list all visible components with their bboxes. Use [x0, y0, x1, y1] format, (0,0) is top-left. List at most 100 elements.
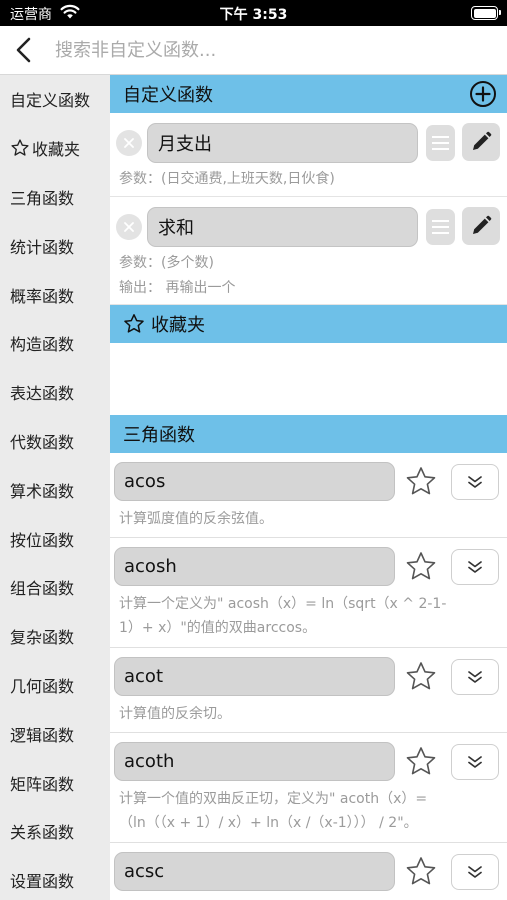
expand-button[interactable] [451, 854, 499, 890]
clock: 下午 3:53 [219, 7, 288, 23]
sidebar-item-label: 统计函数 [10, 237, 75, 257]
sidebar-item-label: 构造函数 [10, 335, 75, 355]
star-outline-icon [11, 139, 29, 156]
sidebar-item-construction[interactable]: 构造函数 [0, 319, 110, 368]
function-params: 参数：(日交通费,上班天数,日伙食) [119, 171, 335, 187]
sidebar-item-label: 算术函数 [10, 481, 75, 501]
edit-function-button[interactable] [462, 123, 500, 161]
function-menu-button[interactable] [426, 125, 455, 161]
sidebar-item-label: 概率函数 [10, 286, 75, 306]
function-description: 计算弧度值的反余弦值。 [119, 507, 499, 531]
description-line: 1）+ x）"的值的双曲arccos。 [119, 620, 317, 636]
sidebar-item-label: 三角函数 [10, 188, 75, 208]
function-name-button[interactable]: acsc [114, 852, 395, 891]
favorite-star-icon[interactable] [404, 550, 438, 584]
expand-button[interactable] [451, 464, 499, 500]
sidebar-item-label: 设置函数 [10, 872, 75, 892]
sidebar-item-label: 关系函数 [10, 823, 75, 843]
favorite-star-icon[interactable] [404, 855, 438, 889]
section-header-custom: 自定义函数 [110, 75, 507, 113]
sidebar-item-relational[interactable]: 关系函数 [0, 807, 110, 856]
description-line: （ln（（x + 1）/ x）+ ln（x /（x-1））） / 2"。 [119, 815, 418, 831]
section-header-trig: 三角函数 [110, 415, 507, 453]
sidebar-item-combinatorics[interactable]: 组合函数 [0, 563, 110, 612]
favorite-star-icon[interactable] [404, 465, 438, 499]
double-chevron-down-icon [468, 476, 482, 488]
sidebar-item-label: 复杂函数 [10, 628, 75, 648]
expand-button[interactable] [451, 744, 499, 780]
battery-icon [471, 6, 501, 20]
sidebar-item-geometry[interactable]: 几何函数 [0, 661, 110, 710]
add-function-icon[interactable] [469, 80, 497, 108]
function-list: 自定义函数月支出参数：(日交通费,上班天数,日伙食) 求和参数：(多个数) 输出： … [110, 75, 507, 900]
custom-function-item: 月支出参数：(日交通费,上班天数,日伙食) [110, 113, 507, 197]
top-bar [0, 26, 507, 75]
sidebar-item-statistics[interactable]: 统计函数 [0, 221, 110, 270]
back-chevron-icon[interactable] [10, 34, 40, 66]
close-icon [124, 222, 134, 232]
expand-button[interactable] [451, 659, 499, 695]
function-item: acsc计算值的反余割。 [110, 843, 507, 900]
sidebar-item-label: 组合函数 [10, 579, 75, 599]
function-name-button[interactable]: acot [114, 657, 395, 696]
search-input[interactable] [55, 34, 495, 66]
description-line: 计算一个值的双曲反正切，定义为" acoth（x）= [119, 791, 428, 807]
sidebar-item-complex[interactable]: 复杂函数 [0, 612, 110, 661]
sidebar-item-trig[interactable]: 三角函数 [0, 173, 110, 222]
function-name-button[interactable]: acoth [114, 742, 395, 781]
sidebar-item-label: 表达函数 [10, 384, 75, 404]
edit-function-button[interactable] [462, 207, 500, 245]
description-line: 计算值的反余切。 [119, 706, 231, 722]
clear-name-button[interactable] [116, 214, 142, 240]
function-description: 计算一个值的双曲反正切，定义为" acoth（x）= （ln（（x + 1）/ x… [119, 787, 499, 835]
function-name-button[interactable]: acos [114, 462, 395, 501]
sidebar-item-label: 几何函数 [10, 676, 75, 696]
section-title: 自定义函数 [123, 85, 213, 106]
favorites-empty-area [110, 343, 507, 415]
function-menu-button[interactable] [426, 209, 455, 245]
function-item: acot 计算值的反余切。 [110, 648, 507, 733]
function-description: 计算一个定义为" acosh（x）= ln（sqrt（x ^ 2-1- 1）+ x… [119, 592, 499, 640]
custom-function-item: 求和参数：(多个数) 输出： 再输出一个 [110, 197, 507, 305]
function-name-button[interactable]: acosh [114, 547, 395, 586]
expand-button[interactable] [451, 549, 499, 585]
sidebar-item-algebra[interactable]: 代数函数 [0, 417, 110, 466]
section-title: 三角函数 [123, 425, 195, 446]
double-chevron-down-icon [468, 561, 482, 573]
pencil-icon [473, 215, 492, 234]
sidebar-item-set[interactable]: 设置函数 [0, 856, 110, 900]
clear-name-button[interactable] [116, 130, 142, 156]
custom-function-name[interactable]: 求和 [147, 207, 418, 247]
star-outline-icon [124, 314, 144, 333]
sidebar-item-custom[interactable]: 自定义函数 [0, 75, 110, 124]
section-header-favorites: 收藏夹 [110, 305, 507, 343]
function-output: 输出： 再输出一个 [119, 280, 236, 296]
sidebar-item-label: 收藏夹 [32, 140, 81, 160]
sidebar-item-label: 矩阵函数 [10, 774, 75, 794]
double-chevron-down-icon [468, 756, 482, 768]
favorite-star-icon[interactable] [404, 660, 438, 694]
section-title: 收藏夹 [151, 315, 205, 336]
favorite-star-icon[interactable] [404, 745, 438, 779]
sidebar-item-label: 逻辑函数 [10, 725, 75, 745]
sidebar-item-matrix[interactable]: 矩阵函数 [0, 758, 110, 807]
category-sidebar: 自定义函数 收藏夹 三角函数 统计函数 概率函数 构造函数 表达函数 代数函数 … [0, 75, 110, 900]
custom-function-name[interactable]: 月支出 [147, 123, 418, 163]
sidebar-item-label: 自定义函数 [10, 91, 91, 111]
function-item: acos 计算弧度值的反余弦值。 [110, 453, 507, 538]
sidebar-item-favorites[interactable]: 收藏夹 [0, 124, 110, 173]
sidebar-item-label: 按位函数 [10, 530, 75, 550]
sidebar-item-logic[interactable]: 逻辑函数 [0, 709, 110, 758]
function-params: 参数：(多个数) [119, 255, 214, 271]
sidebar-item-probability[interactable]: 概率函数 [0, 270, 110, 319]
description-line: 计算弧度值的反余弦值。 [119, 511, 273, 527]
sidebar-item-bitwise[interactable]: 按位函数 [0, 514, 110, 563]
function-description: 计算值的反余切。 [119, 702, 499, 726]
sidebar-item-expression[interactable]: 表达函数 [0, 368, 110, 417]
status-bar: 运营商 下午 3:53 [0, 0, 507, 26]
description-line: 计算一个定义为" acosh（x）= ln（sqrt（x ^ 2-1- [119, 596, 447, 612]
sidebar-item-arithmetic[interactable]: 算术函数 [0, 465, 110, 514]
double-chevron-down-icon [468, 671, 482, 683]
sidebar-item-label: 代数函数 [10, 432, 75, 452]
pencil-icon [473, 131, 492, 150]
